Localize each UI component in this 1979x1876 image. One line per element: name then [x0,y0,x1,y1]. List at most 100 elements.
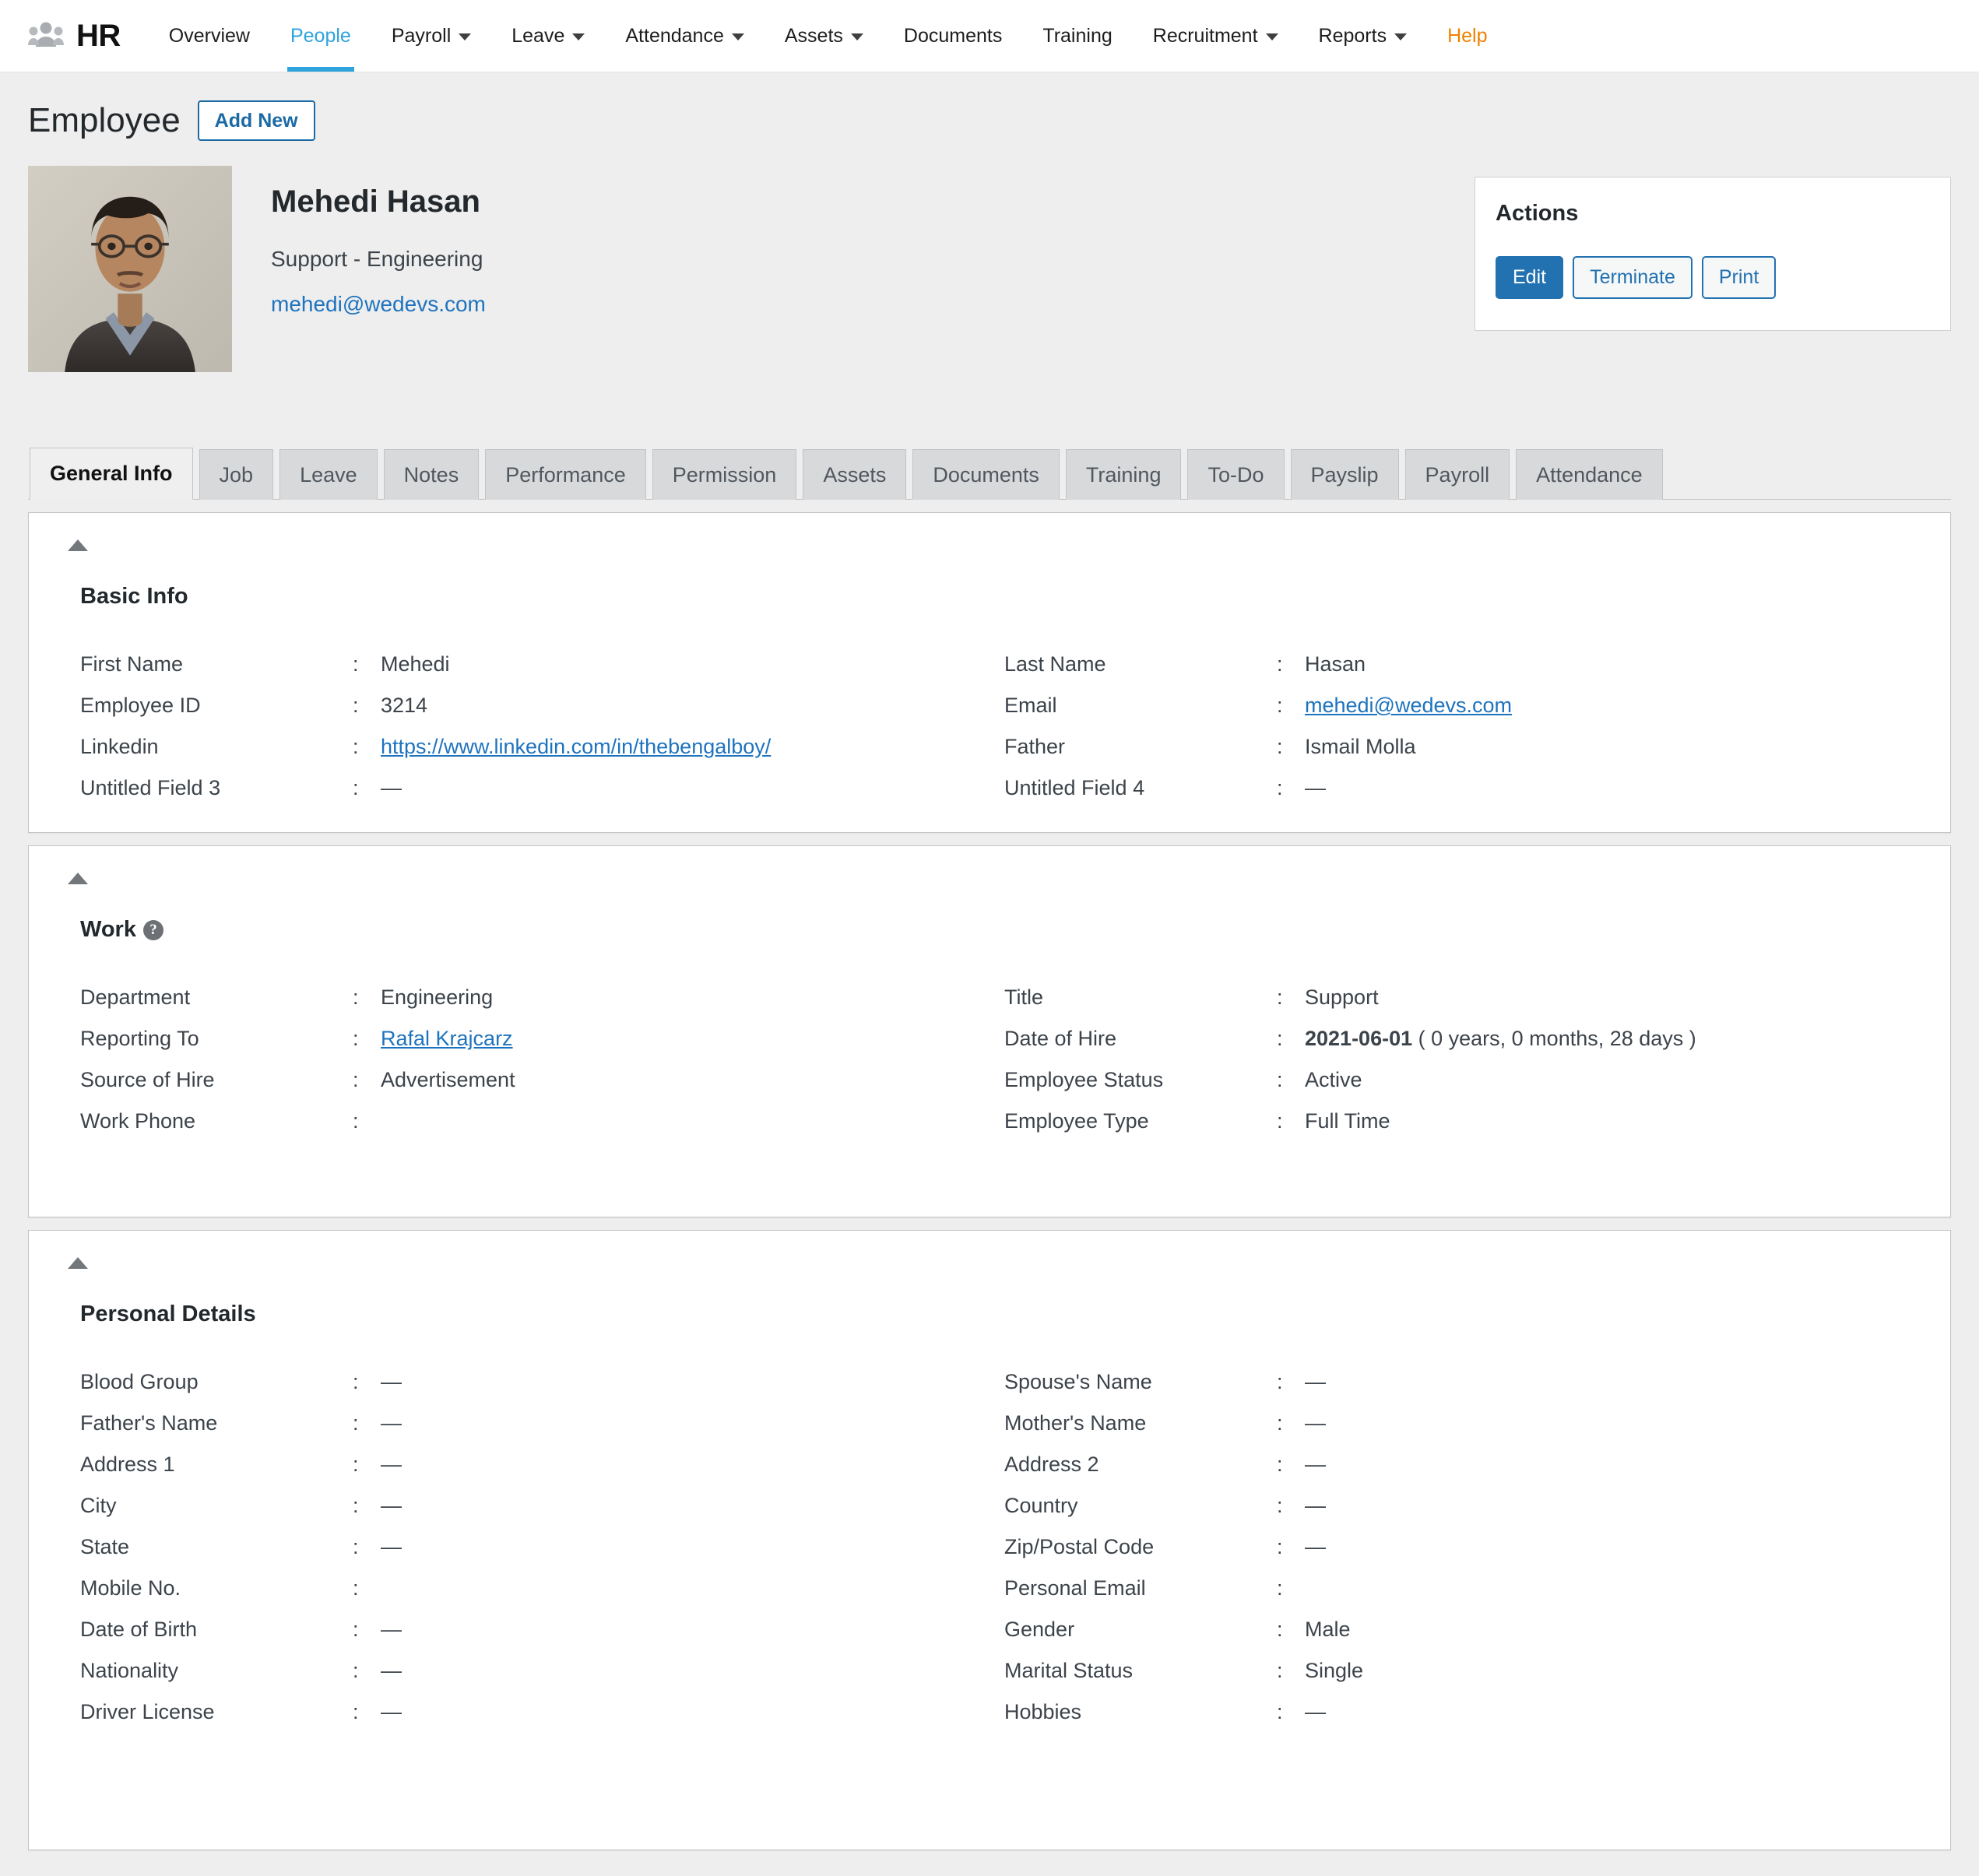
field-separator: : [353,1411,359,1435]
field-separator: : [1277,1576,1283,1600]
collapse-toggle-work[interactable] [68,873,88,884]
field-value-link[interactable]: Rafal Krajcarz [381,1027,513,1051]
field-label: Title [1004,985,1044,1009]
nav-item-reports[interactable]: Reports [1299,0,1428,72]
nav-item-overview[interactable]: Overview [149,0,270,72]
page-title: Employee [28,101,181,139]
tab-payslip[interactable]: Payslip [1290,449,1399,500]
field-value: Ismail Molla [1305,735,1416,758]
field-label: Last Name [1004,652,1106,676]
tab-documents[interactable]: Documents [912,449,1060,500]
nav-item-payroll[interactable]: Payroll [371,0,491,72]
field-separator: : [1277,776,1283,799]
actions-buttons: Edit Terminate Print [1496,256,1930,300]
tab-notes[interactable]: Notes [383,449,480,500]
tab-performance[interactable]: Performance [485,449,646,500]
print-button[interactable]: Print [1701,256,1777,300]
field-row: Untitled Field 3: — [80,768,1004,809]
field-separator: : [353,1453,359,1476]
field-value: — [1305,1411,1326,1435]
nav-item-help[interactable]: Help [1427,0,1507,72]
edit-button[interactable]: Edit [1496,256,1564,300]
nav-item-label: Help [1447,24,1488,47]
field-value: — [1305,1453,1326,1476]
work-card: Work ? Department: Engineering Title: Suppo… [28,845,1951,1217]
tab-job[interactable]: Job [199,449,274,500]
tab-general-info[interactable]: General Info [30,448,193,500]
field-value: — [381,1659,402,1682]
field-row: Source of Hire: Advertisement [80,1059,1004,1101]
nav-item-label: People [290,24,351,47]
field-separator: : [1277,985,1283,1009]
field-row: Address 1: — [80,1444,1004,1485]
field-label: Employee Type [1004,1109,1149,1133]
nav-item-recruitment[interactable]: Recruitment [1133,0,1299,72]
field-value: Engineering [381,985,494,1009]
field-label: Source of Hire [80,1068,215,1091]
field-value-suffix: ( 0 years, 0 months, 28 days ) [1412,1027,1696,1050]
field-label: Employee ID [80,694,201,717]
tab-training[interactable]: Training [1065,449,1182,500]
field-value: Single [1305,1659,1364,1682]
tab-assets[interactable]: Assets [803,449,907,500]
field-value-link[interactable]: https://www.linkedin.com/in/thebengalboy… [381,735,771,759]
nav-item-label: Assets [784,24,843,47]
field-label: Country [1004,1494,1078,1517]
field-value: — [1305,1494,1326,1517]
nav-item-training[interactable]: Training [1022,0,1132,72]
nav-item-assets[interactable]: Assets [765,0,884,72]
field-value: — [1305,1370,1326,1393]
field-value: — [381,1494,402,1517]
top-navigation-bar: HR Overview People Payroll Leave Attendance A… [0,0,1979,72]
tab-attendance[interactable]: Attendance [1516,449,1663,500]
tab-to-do[interactable]: To-Do [1187,449,1285,500]
field-value: Male [1305,1618,1351,1641]
field-row: Personal Email: [1004,1568,1928,1609]
work-fields: Department: Engineering Title: Support Repor… [51,977,1928,1142]
field-separator: : [353,1576,359,1600]
actions-card: Actions Edit Terminate Print [1475,177,1951,332]
employee-email-link[interactable]: mehedi@wedevs.com [271,292,486,317]
field-separator: : [1277,1494,1283,1517]
field-row: Marital Status: Single [1004,1650,1928,1692]
basic-info-fields: First Name: Mehedi Last Name: Hasan Employee… [51,644,1928,809]
field-label: Work Phone [80,1109,196,1133]
field-row: Father: Ismail Molla [1004,726,1928,768]
field-row: Nationality: — [80,1650,1004,1692]
question-mark-icon[interactable]: ? [142,919,163,940]
field-separator: : [1277,1068,1283,1091]
chevron-down-icon [572,33,585,40]
field-separator: : [1277,1659,1283,1682]
field-value: Support [1305,985,1379,1009]
field-value: — [1305,776,1326,799]
add-new-button[interactable]: Add New [197,100,315,141]
avatar [28,166,232,372]
nav-item-label: Reports [1318,24,1387,47]
field-value-main: 2021-06-01 [1305,1027,1413,1050]
tab-leave[interactable]: Leave [279,449,378,500]
field-row: Reporting To: Rafal Krajcarz [80,1018,1004,1059]
field-value-link[interactable]: mehedi@wedevs.com [1305,694,1512,718]
nav-item-documents[interactable]: Documents [884,0,1022,72]
collapse-toggle-personal-details[interactable] [68,1257,88,1269]
field-label: Father [1004,735,1066,758]
nav-item-leave[interactable]: Leave [491,0,605,72]
field-separator: : [353,1700,359,1723]
field-row: Blood Group: — [80,1361,1004,1403]
actions-title: Actions [1496,201,1579,226]
tab-payroll[interactable]: Payroll [1404,449,1510,500]
field-row: Date of Hire:2021-06-01 ( 0 years, 0 mon… [1004,1018,1928,1059]
nav-item-attendance[interactable]: Attendance [605,0,765,72]
nav-item-people[interactable]: People [270,0,371,72]
basic-info-title-text: Basic Info [80,584,188,609]
field-value: 2021-06-01 ( 0 years, 0 months, 28 days … [1305,1027,1696,1051]
field-label: Father's Name [80,1411,218,1435]
page-header: Employee Add New [28,72,1951,146]
field-label: Employee Status [1004,1068,1164,1091]
field-label: Marital Status [1004,1659,1134,1682]
brand[interactable]: HR [28,0,149,72]
collapse-toggle-basic-info[interactable] [68,539,88,551]
terminate-button[interactable]: Terminate [1573,256,1693,300]
tab-permission[interactable]: Permission [652,449,797,500]
field-label: Driver License [80,1700,215,1723]
